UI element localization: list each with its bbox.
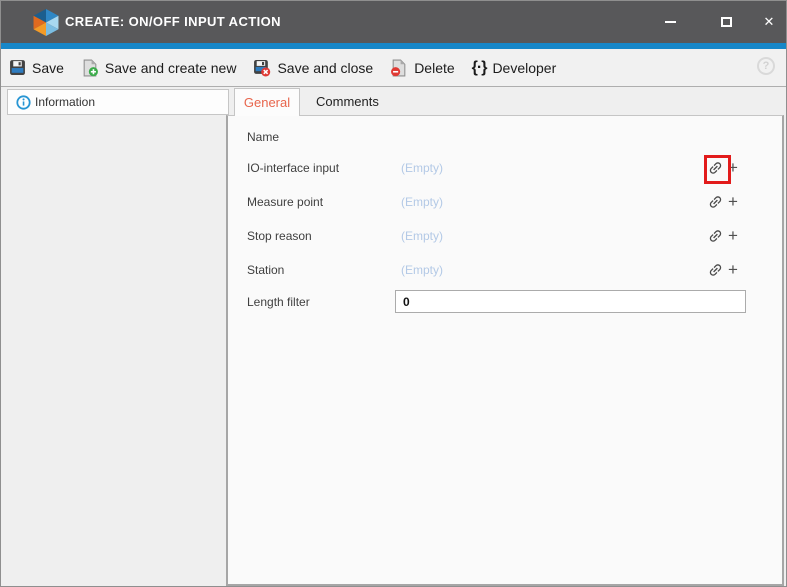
- link-icon[interactable]: [707, 262, 724, 278]
- field-value-measure-point[interactable]: (Empty): [401, 190, 443, 214]
- sidebar-item-information[interactable]: Information: [7, 89, 229, 115]
- length-filter-input[interactable]: [395, 290, 746, 313]
- close-button[interactable]: ✕: [753, 1, 785, 43]
- field-label-name: Name: [247, 125, 279, 149]
- link-icon[interactable]: [707, 194, 724, 210]
- close-icon: ✕: [764, 14, 775, 30]
- minimize-button[interactable]: [654, 1, 686, 43]
- field-label-stop-reason: Stop reason: [247, 224, 312, 248]
- link-icon[interactable]: [707, 228, 724, 244]
- add-icon[interactable]: +: [728, 190, 738, 214]
- field-row-station: Station (Empty) +: [228, 258, 782, 282]
- save-label: Save: [32, 60, 64, 76]
- floppy-close-icon: [253, 59, 271, 77]
- save-create-new-label: Save and create new: [105, 60, 237, 76]
- braces-icon: {·}: [472, 59, 487, 77]
- app-logo-icon: [33, 9, 59, 36]
- field-row-stop-reason: Stop reason (Empty) +: [228, 224, 782, 248]
- developer-label: Developer: [492, 60, 556, 76]
- info-icon: [16, 95, 31, 110]
- document-plus-icon: [81, 59, 99, 77]
- field-label-length-filter: Length filter: [247, 290, 310, 314]
- form-panel: Name IO-interface input (Empty) + Measur…: [226, 115, 784, 586]
- field-row-length-filter: Length filter: [228, 290, 782, 314]
- save-close-button[interactable]: Save and close: [253, 59, 373, 77]
- add-icon[interactable]: +: [728, 258, 738, 282]
- window-title: CREATE: ON/OFF INPUT ACTION: [65, 1, 281, 43]
- sidebar-item-label: Information: [35, 95, 95, 109]
- link-icon[interactable]: [707, 160, 724, 176]
- field-row-name: Name: [228, 125, 782, 149]
- add-icon[interactable]: +: [728, 156, 738, 180]
- field-row-io-interface-input: IO-interface input (Empty) +: [228, 156, 782, 180]
- toolbar: Save Save and create new Save and close: [1, 49, 786, 87]
- tab-general[interactable]: General: [234, 88, 300, 116]
- floppy-save-icon: [9, 59, 26, 76]
- save-create-new-button[interactable]: Save and create new: [81, 59, 237, 77]
- add-icon[interactable]: +: [728, 224, 738, 248]
- title-bar: CREATE: ON/OFF INPUT ACTION ✕: [1, 1, 786, 43]
- field-value-stop-reason[interactable]: (Empty): [401, 224, 443, 248]
- field-value-io-interface-input[interactable]: (Empty): [401, 156, 443, 180]
- help-icon[interactable]: ?: [757, 57, 775, 75]
- minimize-icon: [665, 21, 676, 23]
- developer-button[interactable]: {·} Developer: [472, 59, 557, 77]
- save-button[interactable]: Save: [9, 59, 64, 76]
- dialog-window: CREATE: ON/OFF INPUT ACTION ✕ Save: [0, 0, 787, 587]
- delete-button[interactable]: Delete: [390, 59, 454, 77]
- save-close-label: Save and close: [277, 60, 373, 76]
- field-label-measure-point: Measure point: [247, 190, 323, 214]
- field-label-io-interface-input: IO-interface input: [247, 156, 339, 180]
- maximize-icon: [721, 17, 732, 27]
- maximize-button[interactable]: [710, 1, 742, 43]
- tab-comments[interactable]: Comments: [300, 88, 395, 116]
- field-value-station[interactable]: (Empty): [401, 258, 443, 282]
- document-delete-icon: [390, 59, 408, 77]
- field-row-measure-point: Measure point (Empty) +: [228, 190, 782, 214]
- delete-label: Delete: [414, 60, 454, 76]
- field-label-station: Station: [247, 258, 284, 282]
